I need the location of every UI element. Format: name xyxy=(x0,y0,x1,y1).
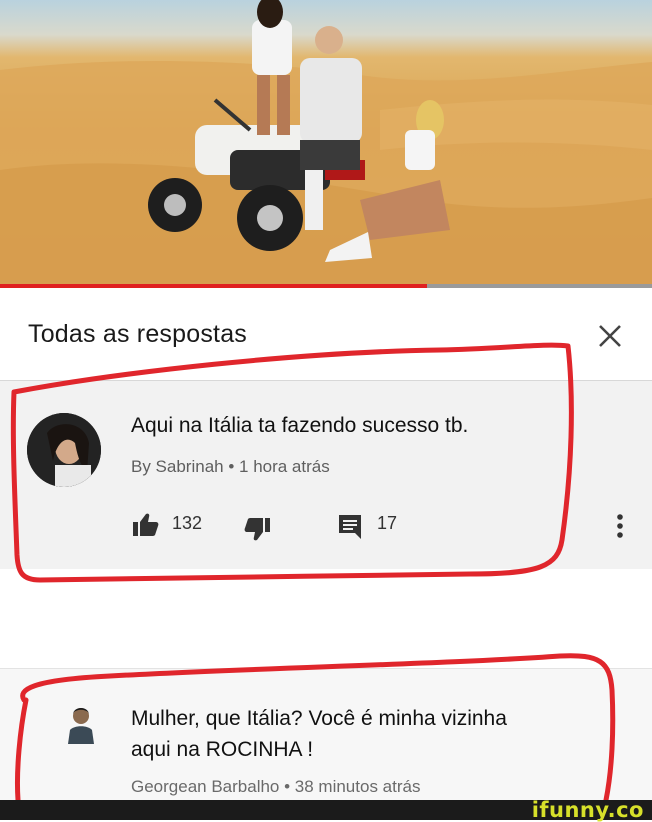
comment-item: Mulher, que Itália? Você é minha vizinha… xyxy=(0,669,652,800)
reply-count: 17 xyxy=(377,513,398,533)
video-scene-image xyxy=(0,0,652,288)
close-icon xyxy=(599,325,621,347)
avatar[interactable] xyxy=(66,704,96,744)
comment-text-line: aqui na ROCINHA ! xyxy=(131,738,314,761)
comment-text: Mulher, que Itália? Você é minha vizinha… xyxy=(131,703,611,765)
replies-header: Todas as respostas xyxy=(0,288,652,381)
like-count: 132 xyxy=(172,513,203,533)
comment-text: Aqui na Itália ta fazendo sucesso tb. xyxy=(131,414,469,437)
bottom-bar: ifunny.co xyxy=(0,798,652,822)
comment-item: Aqui na Itália ta fazendo sucesso tb. By… xyxy=(0,381,652,569)
ifunny-watermark: ifunny.co xyxy=(531,798,644,822)
more-vert-icon[interactable] xyxy=(613,511,627,546)
comment-actions: 132 17 xyxy=(131,511,651,541)
comment-meta: Georgean Barbalho • 38 minutos atrás xyxy=(131,777,421,796)
comment-meta: By Sabrinah • 1 hora atrás xyxy=(131,457,330,476)
replies-title: Todas as respostas xyxy=(28,320,247,348)
avatar[interactable] xyxy=(27,413,101,487)
thumbs-down-icon[interactable] xyxy=(244,515,272,548)
separator-gap xyxy=(0,569,652,669)
close-button[interactable] xyxy=(592,318,628,354)
video-frame[interactable] xyxy=(0,0,652,288)
reply-icon[interactable] xyxy=(336,512,364,545)
comment-text-line: Mulher, que Itália? Você é minha vizinha xyxy=(131,707,507,730)
thumbs-up-icon[interactable] xyxy=(131,511,159,544)
